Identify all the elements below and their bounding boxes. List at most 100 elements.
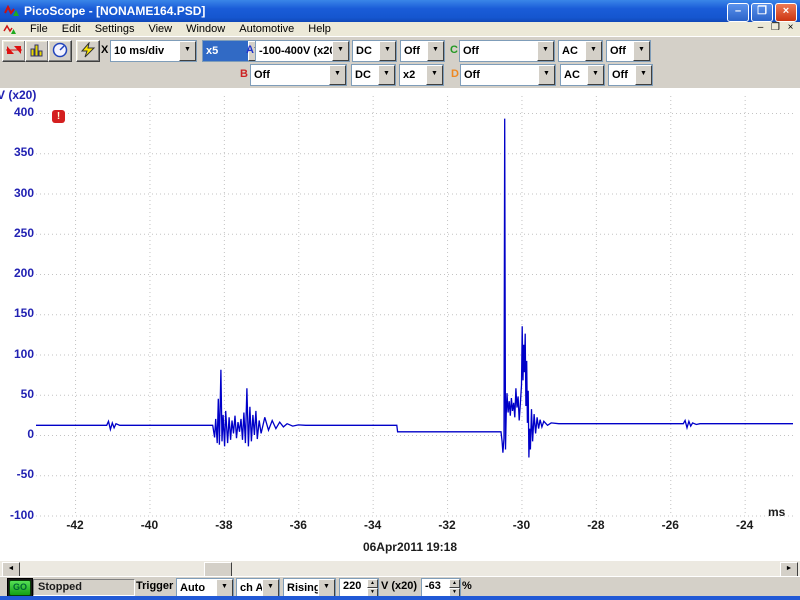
menu-item-settings[interactable]: Settings [88,23,142,36]
y-tick-label: 200 [4,266,34,280]
chevron-down-icon[interactable]: ▼ [635,65,652,85]
y-tick-label: 100 [4,347,34,361]
chevron-down-icon[interactable]: ▼ [427,41,444,61]
x-tick-label: -30 [499,518,543,532]
channel-d-option-combo[interactable]: Off ▼ [608,64,653,86]
trigger-level-unit: V (x20) [381,580,417,592]
menu-item-help[interactable]: Help [301,23,338,36]
scroll-right-icon[interactable]: ► [780,562,798,577]
go-button[interactable]: GO [9,580,31,596]
x-tick-label: -34 [351,518,395,532]
trigger-source-combo[interactable]: ch A ▼ [236,578,280,598]
trigger-level-spinner[interactable]: 220 ▲▼ [339,578,379,598]
y-axis-unit-label: V (x20) [0,88,36,102]
x-tick-label: -38 [202,518,246,532]
channel-b-coupling-combo[interactable]: DC ▼ [351,64,396,86]
go-button-frame: GO [7,578,33,598]
status-bar: GO Stopped Trigger Auto ▼ ch A ▼ Rising … [0,576,800,597]
y-tick-label: 300 [4,186,34,200]
trigger-label: Trigger [136,580,173,592]
window-bottom-border [0,596,800,600]
x-tick-label: -36 [276,518,320,532]
mdi-close-button[interactable]: × [783,22,798,35]
chevron-down-icon[interactable]: ▼ [332,41,349,61]
y-tick-label: 50 [4,387,34,401]
pretrigger-spinner[interactable]: -63 ▲▼ [421,578,461,598]
scope-mode-button[interactable] [2,40,26,62]
channel-d-coupling-combo[interactable]: AC ▼ [560,64,605,86]
scope-mode-icon [5,42,23,58]
channel-b-range-combo[interactable]: Off ▼ [250,64,347,86]
pretrigger-unit: % [462,580,472,592]
channel-a-range-combo[interactable]: -100-400V (x20) ▼ [255,40,350,62]
x-tick-label: -24 [723,518,767,532]
channel-b-option-combo[interactable]: x2 ▼ [399,64,444,86]
chevron-down-icon[interactable]: ▼ [329,65,346,85]
menu-item-automotive[interactable]: Automotive [232,23,301,36]
meter-mode-icon [51,42,69,58]
y-tick-label: -50 [4,467,34,481]
channel-a-option-combo[interactable]: Off ▼ [400,40,445,62]
spin-up-icon[interactable]: ▲ [367,579,378,588]
mdi-minimize-button[interactable]: – [753,22,768,35]
y-tick-label: 150 [4,306,34,320]
picoscope-app-icon [4,3,20,19]
chevron-down-icon[interactable]: ▼ [538,65,555,85]
title-bar: PicoScope - [NONAME164.PSD] – ❐ × [0,0,800,22]
menu-item-edit[interactable]: Edit [55,23,88,36]
timebase-combo[interactable]: 10 ms/div ▼ [110,40,197,62]
x-tick-label: -32 [425,518,469,532]
x-tick-label: -42 [53,518,97,532]
overload-indicator-icon: ! [52,110,65,123]
x-tick-label: -28 [574,518,618,532]
scroll-left-icon[interactable]: ◄ [2,562,20,577]
y-tick-label: 250 [4,226,34,240]
restore-button[interactable]: ❐ [751,3,773,22]
spectrum-mode-icon [28,42,46,58]
meter-mode-button[interactable] [48,40,72,62]
chevron-down-icon[interactable]: ▼ [537,41,554,61]
picoscope-window: PicoScope - [NONAME164.PSD] – ❐ × FileEd… [0,0,800,600]
spin-up-icon[interactable]: ▲ [449,579,460,588]
minimize-button[interactable]: – [727,3,749,22]
mdi-restore-button[interactable]: ❐ [768,22,783,35]
menu-bar: FileEditSettingsViewWindowAutomotiveHelp… [0,22,800,37]
menu-item-window[interactable]: Window [179,23,232,36]
channel-d-label: D [451,68,459,80]
scrollbar-thumb[interactable] [204,562,232,577]
chevron-down-icon[interactable]: ▼ [216,579,233,597]
channel-c-range-combo[interactable]: Off ▼ [459,40,555,62]
chevron-down-icon[interactable]: ▼ [262,579,279,597]
x-tick-label: -40 [127,518,171,532]
trigger-edge-combo[interactable]: Rising ▼ [283,578,336,598]
y-tick-label: -100 [4,508,34,522]
window-title: PicoScope - [NONAME164.PSD] [24,4,205,18]
chevron-down-icon[interactable]: ▼ [633,41,650,61]
horizontal-scrollbar[interactable]: ◄ ► [0,561,800,576]
chevron-down-icon[interactable]: ▼ [426,65,443,85]
x-axis-unit-label: ms [768,505,785,519]
close-button[interactable]: × [775,3,797,22]
y-tick-label: 350 [4,145,34,159]
channel-a-label: A [246,44,254,56]
chevron-down-icon[interactable]: ▼ [318,579,335,597]
chevron-down-icon[interactable]: ▼ [587,65,604,85]
trigger-setup-button[interactable] [76,40,100,62]
timebase-x-label: X [101,44,108,56]
waveform-plot [0,88,800,561]
chevron-down-icon[interactable]: ▼ [379,41,396,61]
channel-c-coupling-combo[interactable]: AC ▼ [558,40,603,62]
channel-d-range-combo[interactable]: Off ▼ [460,64,556,86]
chevron-down-icon[interactable]: ▼ [179,41,196,61]
chevron-down-icon[interactable]: ▼ [585,41,602,61]
toolbar: X 10 ms/div ▼ x5 ▼ A -100-400V (x20) ▼ D… [0,36,800,90]
trigger-mode-combo[interactable]: Auto ▼ [176,578,234,598]
capture-timestamp: 06Apr2011 19:18 [300,540,520,554]
spectrum-mode-button[interactable] [25,40,49,62]
channel-a-coupling-combo[interactable]: DC ▼ [352,40,397,62]
menu-item-file[interactable]: File [23,23,55,36]
chevron-down-icon[interactable]: ▼ [378,65,395,85]
menu-item-view[interactable]: View [141,23,179,36]
channel-c-option-combo[interactable]: Off ▼ [606,40,651,62]
channel-c-label: C [450,44,458,56]
